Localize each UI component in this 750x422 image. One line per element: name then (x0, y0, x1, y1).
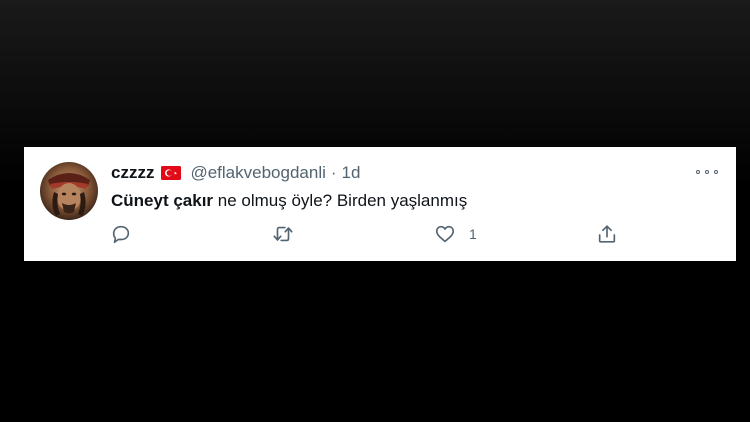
tweet-body: ne olmuş öyle? Birden yaşlanmış (213, 191, 468, 210)
avatar[interactable] (40, 162, 98, 220)
turkey-flag-icon (161, 166, 182, 180)
more-options-icon[interactable] (696, 165, 718, 179)
tweet-mention: Cüneyt çakır (111, 191, 214, 210)
retweet-button[interactable] (272, 223, 307, 245)
tweet-card[interactable]: czzzz @eflakvebogdanli · 1d Cüneyt çakır… (24, 147, 736, 261)
tweet-header: czzzz @eflakvebogdanli · 1d (111, 163, 360, 183)
display-name[interactable]: czzzz (111, 163, 154, 183)
like-count: 1 (469, 226, 477, 242)
retweet-icon (273, 226, 293, 242)
share-icon (598, 225, 616, 243)
like-button[interactable]: 1 (434, 223, 477, 245)
timestamp[interactable]: 1d (342, 163, 361, 183)
reply-icon (112, 225, 130, 244)
heart-icon (435, 225, 455, 243)
avatar-image (48, 173, 90, 216)
tweet-text: Cüneyt çakır ne olmuş öyle? Birden yaşla… (111, 190, 467, 212)
separator-dot: · (330, 163, 337, 182)
user-handle[interactable]: @eflakvebogdanli (190, 163, 325, 183)
tweet-actions: 1 (110, 223, 650, 249)
reply-button[interactable] (110, 223, 145, 245)
share-button[interactable] (596, 223, 631, 245)
